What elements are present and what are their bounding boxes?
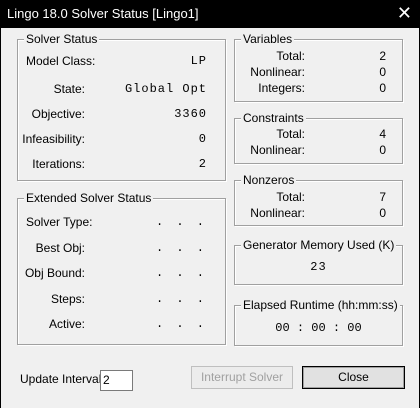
memory-value: 23: [310, 260, 327, 274]
group-title: Solver Status: [24, 32, 100, 46]
row-label: Total:: [276, 49, 305, 63]
constraints-total-value: 4: [379, 127, 386, 141]
group-title: Nonzeros: [241, 173, 297, 187]
group-title: Extended Solver Status: [24, 191, 154, 205]
row-label: Nonlinear:: [250, 206, 305, 220]
row-label: Infeasibility:: [22, 132, 85, 146]
infeasibility-value: 0: [198, 132, 207, 146]
group-title: Variables: [241, 32, 295, 46]
iterations-value: 2: [198, 157, 207, 171]
state-value: Global Opt: [124, 82, 207, 96]
nonzeros-total-value: 7: [379, 190, 386, 204]
nonzeros-nonlinear-value: 0: [379, 206, 386, 220]
group-title: Elapsed Runtime (hh:mm:ss): [241, 298, 400, 312]
row-label: Nonlinear:: [250, 143, 305, 157]
variables-total-value: 2: [379, 49, 386, 63]
group-title: Generator Memory Used (K): [241, 238, 397, 252]
close-button[interactable]: Close: [302, 366, 405, 389]
elapsed-runtime-group: Elapsed Runtime (hh:mm:ss) 00 : 00 : 00: [234, 298, 403, 346]
row-label: Total:: [276, 127, 305, 141]
row-label: Active:: [48, 317, 85, 331]
row-label: Model Class:: [26, 54, 96, 68]
nonzeros-group: Nonzeros Total: 7 Nonlinear: 0: [234, 173, 403, 226]
row-label: Steps:: [50, 292, 85, 306]
constraints-nonlinear-value: 0: [379, 143, 386, 157]
title-bar: Lingo 18.0 Solver Status [Lingo1] ✕: [0, 0, 420, 28]
variables-group: Variables Total: 2 Nonlinear: 0 Integers…: [234, 32, 403, 102]
row-label: Iterations:: [32, 157, 85, 171]
variables-nonlinear-value: 0: [379, 65, 386, 79]
objective-value: 3360: [174, 107, 207, 121]
row-label: State:: [53, 82, 85, 96]
model-class-value: LP: [190, 54, 207, 68]
interrupt-solver-button[interactable]: Interrupt Solver: [191, 366, 293, 389]
update-interval-label: Update Interval:: [20, 372, 105, 386]
update-interval-input[interactable]: 2: [100, 370, 133, 391]
row-label: Objective:: [31, 107, 85, 121]
active-value: . . .: [155, 317, 207, 331]
solver-type-value: . . .: [155, 215, 207, 229]
row-label: Solver Type:: [26, 215, 93, 229]
runtime-value: 00 : 00 : 00: [275, 321, 362, 335]
extended-solver-status-group: Extended Solver Status Solver Type: . . …: [17, 191, 226, 345]
window-title: Lingo 18.0 Solver Status [Lingo1]: [7, 6, 199, 21]
best-obj-value: . . .: [155, 241, 207, 255]
row-label: Obj Bound:: [24, 266, 85, 280]
close-icon[interactable]: ✕: [397, 3, 412, 23]
row-label: Nonlinear:: [250, 65, 305, 79]
row-label: Integers:: [258, 81, 305, 95]
solver-status-group: Solver Status Model Class: LP State: Glo…: [17, 32, 226, 181]
dialog-body: Solver Status Model Class: LP State: Glo…: [1, 28, 419, 408]
constraints-group: Constraints Total: 4 Nonlinear: 0: [234, 111, 403, 164]
group-title: Constraints: [241, 111, 306, 125]
generator-memory-group: Generator Memory Used (K) 23: [234, 238, 403, 285]
obj-bound-value: . . .: [155, 266, 207, 280]
row-label: Total:: [276, 190, 305, 204]
steps-value: . . .: [155, 292, 207, 306]
variables-integers-value: 0: [379, 81, 386, 95]
row-label: Best Obj:: [35, 241, 85, 255]
